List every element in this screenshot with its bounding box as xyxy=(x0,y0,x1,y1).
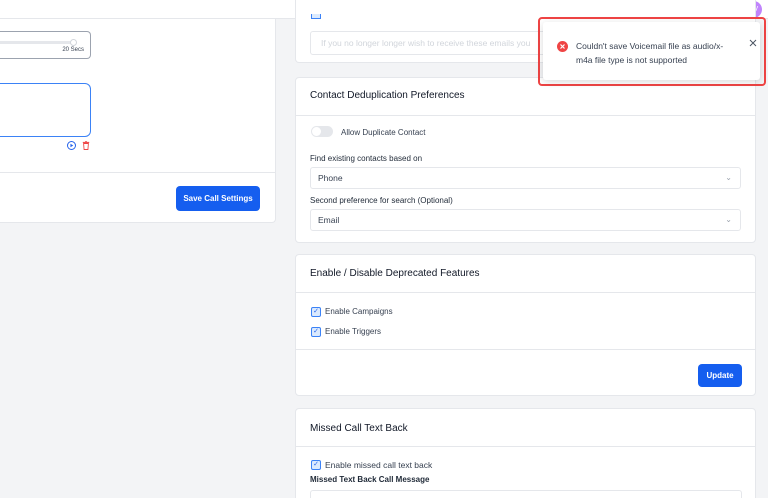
toggle-knob xyxy=(312,127,321,136)
call-settings-card: 20 Secs Save Call Settings xyxy=(0,19,276,223)
timeout-slider-track[interactable] xyxy=(0,41,76,44)
chevron-down-icon: ⌄ xyxy=(725,215,732,224)
card-divider xyxy=(296,115,755,116)
save-call-settings-button[interactable]: Save Call Settings xyxy=(176,186,260,211)
second-preference-label: Second preference for search (Optional) xyxy=(310,196,453,205)
missed-call-message-label: Missed Text Back Call Message xyxy=(310,475,430,484)
second-preference-select[interactable]: Email ⌄ xyxy=(310,209,741,231)
error-toast-message: Couldn't save Voicemail file as audio/x-… xyxy=(576,41,724,65)
close-icon[interactable] xyxy=(749,39,757,47)
dedup-card: Contact Deduplication Preferences Allow … xyxy=(295,77,756,243)
timeout-slider-handle[interactable] xyxy=(70,39,77,46)
enable-triggers-label: Enable Triggers xyxy=(325,327,382,336)
enable-campaigns-label: Enable Campaigns xyxy=(325,307,393,316)
unsubscribe-checkbox[interactable] xyxy=(311,14,321,19)
enable-missed-call-label: Enable missed call text back xyxy=(325,460,433,470)
timeout-slider-box: 20 Secs xyxy=(0,31,91,59)
card-divider xyxy=(296,292,755,293)
error-icon xyxy=(557,41,568,52)
missed-call-title: Missed Call Text Back xyxy=(310,423,408,434)
chevron-down-icon: ⌄ xyxy=(725,173,732,182)
find-contacts-select[interactable]: Phone ⌄ xyxy=(310,167,741,189)
unsubscribe-placeholder: If you no longer longer wish to receive … xyxy=(321,38,531,48)
play-icon[interactable] xyxy=(67,141,76,150)
card-divider xyxy=(296,349,755,350)
voicemail-message-input[interactable] xyxy=(0,83,91,137)
find-contacts-value: Phone xyxy=(318,173,343,183)
delete-icon[interactable] xyxy=(82,141,90,150)
deprecated-features-card: Enable / Disable Deprecated Features ✓ E… xyxy=(295,254,756,396)
card-divider xyxy=(296,446,755,447)
find-contacts-label: Find existing contacts based on xyxy=(310,154,423,163)
error-toast-highlight: Couldn't save Voicemail file as audio/x-… xyxy=(538,17,766,86)
card-divider xyxy=(0,172,275,173)
missed-call-card: Missed Call Text Back ✓ Enable missed ca… xyxy=(295,408,756,498)
allow-duplicate-label: Allow Duplicate Contact xyxy=(341,128,426,137)
allow-duplicate-toggle[interactable] xyxy=(311,126,333,137)
enable-missed-call-checkbox[interactable]: ✓ xyxy=(311,460,321,470)
timeout-value-label: 20 Secs xyxy=(62,47,84,53)
deprecated-title: Enable / Disable Deprecated Features xyxy=(310,268,480,279)
enable-campaigns-checkbox[interactable]: ✓ xyxy=(311,307,321,317)
error-toast: Couldn't save Voicemail file as audio/x-… xyxy=(543,22,760,80)
missed-call-message-input[interactable] xyxy=(310,490,742,498)
dedup-title: Contact Deduplication Preferences xyxy=(310,90,465,101)
second-preference-value: Email xyxy=(318,215,340,225)
enable-triggers-checkbox[interactable]: ✓ xyxy=(311,327,321,337)
update-button[interactable]: Update xyxy=(698,364,742,387)
